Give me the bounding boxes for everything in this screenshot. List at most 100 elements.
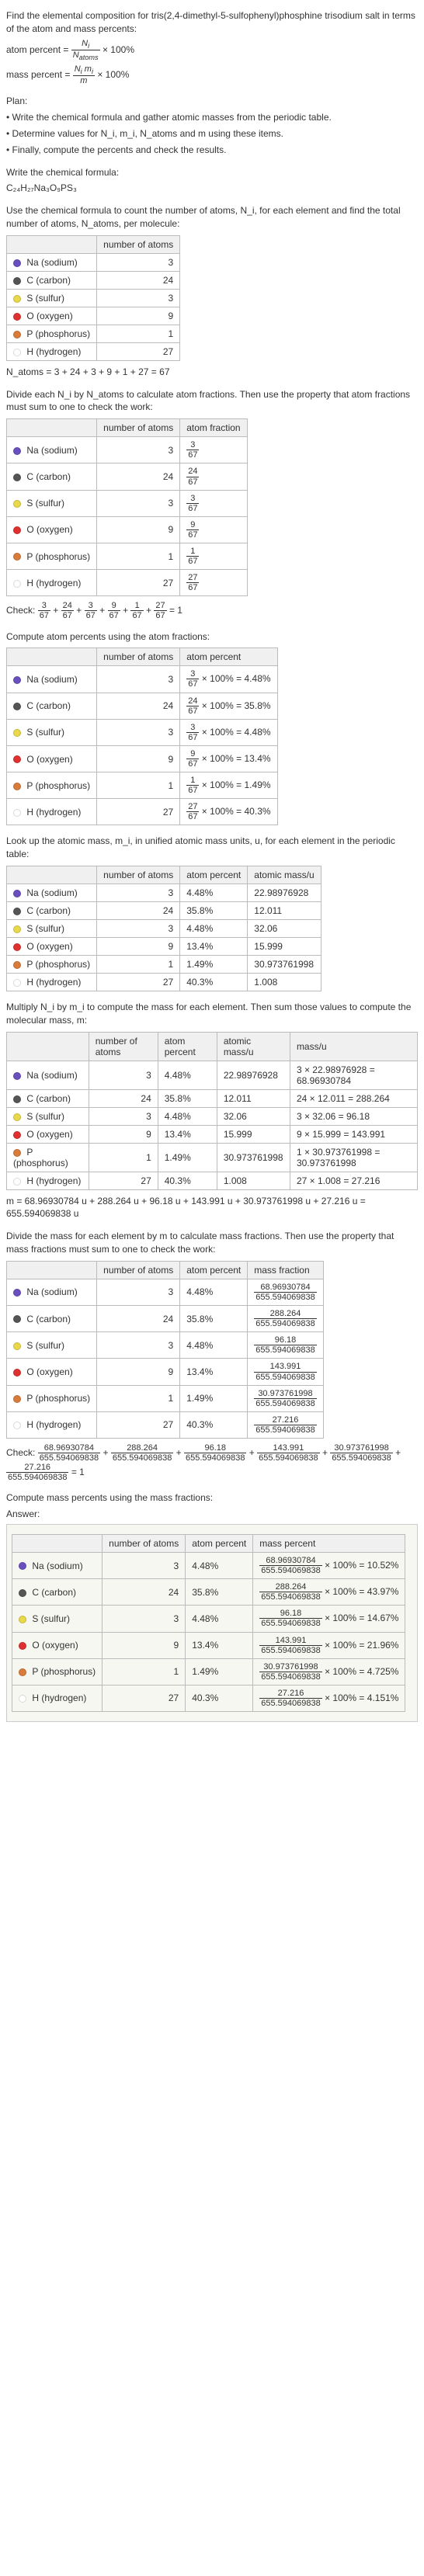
element-color-dot bbox=[13, 1095, 21, 1103]
fraction: 967 bbox=[108, 601, 120, 620]
pct-cell: 1.49% bbox=[158, 1143, 217, 1172]
element-color-dot bbox=[19, 1562, 26, 1570]
col-num-atoms: number of atoms bbox=[97, 866, 180, 884]
pct-cell: 967 × 100% = 13.4% bbox=[180, 745, 277, 772]
element-cell: P (phosphorus) bbox=[7, 1385, 97, 1411]
table-row: O (oxygen)913.4%143.991655.594069838 bbox=[7, 1359, 324, 1385]
element-cell: Na (sodium) bbox=[7, 666, 97, 693]
element-cell: Na (sodium) bbox=[7, 253, 97, 271]
fraction: 27.216655.594069838 bbox=[254, 1415, 316, 1435]
element-color-dot bbox=[13, 890, 21, 897]
frac-cell: 367 bbox=[180, 437, 247, 463]
count-cell: 24 bbox=[89, 1089, 158, 1107]
col-atom-pct: atom percent bbox=[180, 866, 248, 884]
fraction: 367 bbox=[38, 601, 50, 620]
element-color-dot bbox=[13, 809, 21, 817]
table-row: Na (sodium)3 bbox=[7, 253, 180, 271]
element-color-dot bbox=[13, 447, 21, 455]
col-mass-pct: mass percent bbox=[253, 1534, 405, 1552]
count-cell: 3 bbox=[97, 1279, 180, 1305]
fraction: 143.991655.594069838 bbox=[257, 1443, 319, 1463]
element-color-dot bbox=[13, 703, 21, 710]
table-mass-fractions: number of atoms atom percent mass fracti… bbox=[6, 1261, 324, 1439]
element-cell: S (sulfur) bbox=[7, 490, 97, 516]
element-color-dot bbox=[13, 580, 21, 588]
element-cell: S (sulfur) bbox=[7, 289, 97, 307]
fraction: 30.973761998655.594069838 bbox=[330, 1443, 392, 1463]
element-cell: O (oxygen) bbox=[7, 938, 97, 956]
table-atom-fractions: number of atoms atom fraction Na (sodium… bbox=[6, 418, 248, 596]
fraction: 68.96930784655.594069838 bbox=[259, 1556, 321, 1575]
fraction: 27.216655.594069838 bbox=[259, 1689, 321, 1708]
col-num-atoms: number of atoms bbox=[97, 1261, 180, 1279]
plan-line-3: • Finally, compute the percents and chec… bbox=[6, 144, 418, 157]
col-blank bbox=[7, 419, 97, 437]
col-mass-u: atomic mass/u bbox=[217, 1032, 290, 1061]
element-cell: P (phosphorus) bbox=[7, 772, 97, 799]
frac-cell: 167 bbox=[180, 543, 247, 570]
pct-cell: 4.48% bbox=[186, 1606, 253, 1632]
count-cell: 24 bbox=[97, 271, 180, 289]
check-fractions: 367 + 2467 + 367 + 967 + 167 + 2767 bbox=[38, 605, 167, 616]
element-cell: P (phosphorus) bbox=[7, 1143, 89, 1172]
mass-percent-label: mass percent = bbox=[6, 69, 73, 80]
element-color-dot bbox=[13, 783, 21, 790]
table-row: H (hydrogen)272767 bbox=[7, 570, 248, 596]
mass-calc-cell: 9 × 15.999 = 143.991 bbox=[290, 1125, 417, 1143]
fraction: 167 bbox=[186, 776, 199, 795]
mass-frac-cell: 96.18655.594069838 bbox=[248, 1332, 323, 1359]
col-atom-pct: atom percent bbox=[180, 1261, 248, 1279]
atom-percent-label: atom percent = bbox=[6, 44, 71, 55]
count-cell: 27 bbox=[103, 1685, 186, 1711]
table-row: C (carbon)24 bbox=[7, 271, 180, 289]
pct-cell: 1.49% bbox=[180, 1385, 248, 1411]
fraction: 288.264655.594069838 bbox=[259, 1582, 321, 1602]
mass-calc-cell: 24 × 12.011 = 288.264 bbox=[290, 1089, 417, 1107]
element-color-dot bbox=[13, 553, 21, 561]
mass-u-cell: 22.98976928 bbox=[217, 1061, 290, 1089]
table-row: S (sulfur)3 bbox=[7, 289, 180, 307]
table-mass-percents: number of atoms atom percent mass percen… bbox=[12, 1534, 405, 1712]
element-cell: P (phosphorus) bbox=[7, 543, 97, 570]
element-cell: C (carbon) bbox=[12, 1579, 103, 1606]
mass-pct-cell: 68.96930784655.594069838 × 100% = 10.52% bbox=[253, 1552, 405, 1578]
element-cell: Na (sodium) bbox=[7, 1061, 89, 1089]
element-color-dot bbox=[13, 349, 21, 356]
mass-calc-cell: 1 × 30.973761998 = 30.973761998 bbox=[290, 1143, 417, 1172]
pct-cell: 13.4% bbox=[180, 938, 248, 956]
element-color-dot bbox=[13, 1315, 21, 1323]
count-cell: 1 bbox=[97, 543, 180, 570]
element-color-dot bbox=[13, 526, 21, 534]
table-row: H (hydrogen)2740.3%27.216655.594069838 ×… bbox=[12, 1685, 405, 1711]
pct-cell: 13.4% bbox=[186, 1632, 253, 1658]
table-row: S (sulfur)34.48%32.06 bbox=[7, 920, 321, 938]
frac-cell: 2767 bbox=[180, 570, 247, 596]
table-row: H (hydrogen)2740.3%1.00827 × 1.008 = 27.… bbox=[7, 1172, 418, 1189]
fraction: 96.18655.594069838 bbox=[254, 1335, 316, 1355]
count-cell: 3 bbox=[97, 437, 180, 463]
table-row: P (phosphorus)11.49%30.973761998 bbox=[7, 956, 321, 974]
element-cell: O (oxygen) bbox=[7, 516, 97, 543]
col-blank bbox=[12, 1534, 103, 1552]
natoms-sum: N_atoms = 3 + 24 + 3 + 9 + 1 + 27 = 67 bbox=[6, 366, 418, 379]
mass-u-cell: 1.008 bbox=[217, 1172, 290, 1189]
table-row: S (sulfur)34.48%96.18655.594069838 × 100… bbox=[12, 1606, 405, 1632]
table-row: O (oxygen)913.4%143.991655.594069838 × 1… bbox=[12, 1632, 405, 1658]
table-row: S (sulfur)34.48%96.18655.594069838 bbox=[7, 1332, 324, 1359]
answer-box: number of atoms atom percent mass percen… bbox=[6, 1524, 418, 1722]
element-color-dot bbox=[13, 474, 21, 481]
mass-calc-cell: 3 × 22.98976928 = 68.96930784 bbox=[290, 1061, 417, 1089]
pct-cell: 4.48% bbox=[180, 920, 248, 938]
table-row: P (phosphorus)1167 × 100% = 1.49% bbox=[7, 772, 278, 799]
element-cell: Na (sodium) bbox=[7, 437, 97, 463]
element-cell: S (sulfur) bbox=[7, 719, 97, 745]
pct-cell: 13.4% bbox=[180, 1359, 248, 1385]
table-row: O (oxygen)913.4%15.999 bbox=[7, 938, 321, 956]
pct-cell: 367 × 100% = 4.48% bbox=[180, 719, 277, 745]
pct-cell: 35.8% bbox=[180, 902, 248, 920]
multiply-text: Multiply N_i by m_i to compute the mass … bbox=[6, 1001, 418, 1027]
element-cell: C (carbon) bbox=[7, 271, 97, 289]
mass-pct-cell: 143.991655.594069838 × 100% = 21.96% bbox=[253, 1632, 405, 1658]
count-cell: 3 bbox=[89, 1107, 158, 1125]
count-cell: 3 bbox=[103, 1552, 186, 1578]
